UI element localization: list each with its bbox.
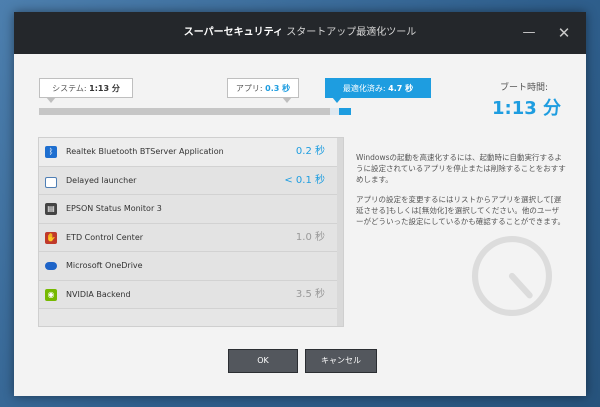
list-item[interactable]: ✋ ETD Control Center 1.0 秒 (39, 223, 343, 252)
app-time: 1.0 秒 (295, 231, 325, 243)
app-name: ETD Control Center (66, 232, 144, 242)
apps-time-value: 0.3 秒 (265, 84, 291, 93)
close-button[interactable]: ✕ (552, 21, 576, 45)
title-bar: スーパーセキュリティ スタートアップ最適化ツール — ✕ (14, 12, 586, 54)
app-name: Realtek Bluetooth BTServer Application (66, 147, 224, 156)
app-time: 0.2 秒 (295, 146, 325, 157)
ok-button[interactable]: OK (228, 349, 298, 373)
description-text: Windowsの起動を高速化するには、起動時に自動実行するように設定されているア… (356, 152, 566, 236)
app-name: EPSON Status Monitor 3 (66, 204, 162, 213)
startup-optimizer-dialog: スーパーセキュリティ スタートアップ最適化ツール — ✕ システム: 1:13 … (14, 12, 586, 396)
system-time-bubble: システム: 1:13 分 (39, 78, 133, 103)
optimized-time-value: 4.7 秒 (388, 84, 414, 93)
title-brand: スーパーセキュリティ (183, 27, 284, 38)
apps-time-label: アプリ: (235, 84, 263, 93)
apps-time-segment (330, 108, 339, 115)
system-time-label: システム: (52, 84, 87, 93)
optimized-time-segment (339, 108, 351, 115)
app-time: 3.5 秒 (295, 288, 325, 300)
app-name: NVIDIA Backend (66, 289, 131, 299)
boot-time-bar (39, 108, 351, 115)
list-scrollbar[interactable] (337, 138, 343, 326)
list-item[interactable]: ᛒ Realtek Bluetooth BTServer Application… (39, 138, 343, 167)
printer-icon: ▤ (45, 203, 57, 215)
startup-app-list: ᛒ Realtek Bluetooth BTServer Application… (38, 137, 344, 327)
nvidia-icon: ◉ (45, 288, 57, 301)
loading-gauge-icon (471, 235, 553, 317)
system-time-value: 1:13 分 (89, 84, 120, 93)
cloud-icon (45, 262, 57, 270)
description-paragraph-1: Windowsの起動を高速化するには、起動時に自動実行するように設定されているア… (356, 153, 566, 184)
apps-time-bubble: アプリ: 0.3 秒 (227, 78, 299, 103)
launcher-icon (45, 176, 57, 188)
description-paragraph-2: アプリの設定を変更するにはリストからアプリを選択して[遅延させる]もしくは[無効… (356, 195, 566, 226)
title-tool: スタートアップ最適化ツール (286, 27, 417, 38)
app-name: Delayed launcher (66, 175, 137, 185)
optimized-time-label: 最適化済み: (342, 84, 386, 93)
window-title: スーパーセキュリティ スタートアップ最適化ツール (14, 12, 586, 54)
boot-time-label: ブート時間: (499, 83, 549, 93)
app-time: < 0.1 秒 (284, 174, 325, 186)
minimize-button[interactable]: — (517, 21, 541, 45)
boot-time-value: 1:13 分 (491, 98, 562, 119)
list-item[interactable]: ◉ NVIDIA Backend 3.5 秒 (39, 280, 343, 309)
list-item[interactable]: Delayed launcher < 0.1 秒 (39, 166, 343, 195)
optimized-time-bubble: 最適化済み: 4.7 秒 (325, 78, 431, 103)
cancel-button[interactable]: キャンセル (305, 349, 377, 373)
bluetooth-icon: ᛒ (45, 146, 57, 158)
list-item[interactable]: Microsoft OneDrive (39, 252, 343, 281)
app-name: Microsoft OneDrive (66, 261, 143, 270)
touchpad-icon: ✋ (45, 231, 57, 244)
list-item[interactable]: ▤ EPSON Status Monitor 3 (39, 195, 343, 224)
